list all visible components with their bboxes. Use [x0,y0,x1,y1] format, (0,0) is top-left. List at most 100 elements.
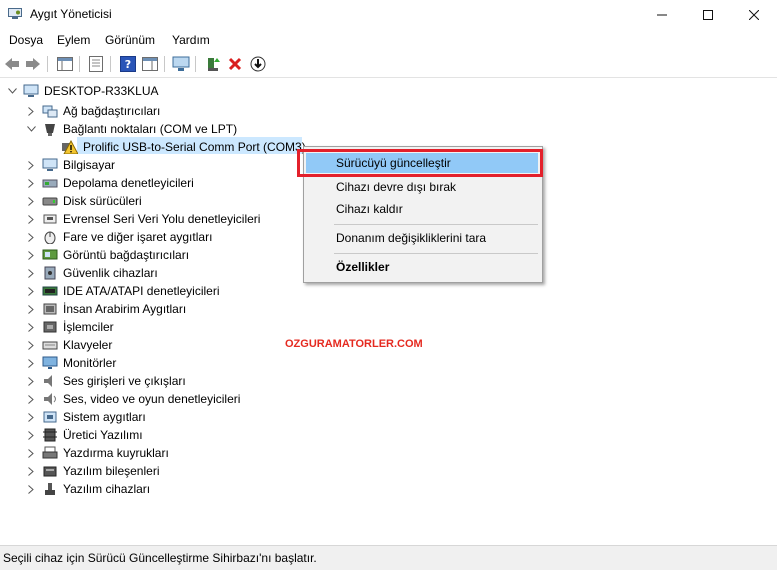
processor-icon [43,321,57,333]
forward-arrow-icon [26,58,40,70]
tree-expander[interactable] [26,394,36,404]
tree-expander[interactable] [26,304,36,314]
back-button[interactable] [3,55,21,73]
forward-button[interactable] [24,55,42,73]
chevron-right-icon [28,430,34,440]
chevron-right-icon [28,232,34,242]
tree-expander[interactable] [26,340,36,350]
back-arrow-icon [5,58,19,70]
menu-action[interactable]: Eylem [57,33,90,47]
tree-expander[interactable] [26,250,36,260]
tree-category-label[interactable]: Üretici Yazılımı [63,428,143,442]
tree-expander[interactable] [26,232,36,242]
computer-icon [42,158,58,171]
close-icon [749,9,759,20]
chevron-right-icon [28,466,34,476]
properties-button[interactable] [87,55,105,73]
window-title: Aygıt Yöneticisi [30,7,112,21]
device-manager-icon [8,8,22,19]
context-uninstall-device[interactable]: Cihazı kaldır [306,199,538,219]
chevron-right-icon [28,160,34,170]
help-button[interactable]: ? [119,55,137,73]
tree-category-label[interactable]: Ses girişleri ve çıkışları [63,374,186,388]
tree-category-label[interactable]: Yazılım bileşenleri [63,464,159,478]
tree-category-label[interactable]: Sistem aygıtları [63,410,146,424]
tree-category-label[interactable]: Görüntü bağdaştırıcıları [63,248,189,262]
tree-expander[interactable] [26,124,36,134]
tree-category-label[interactable]: Evrensel Seri Veri Yolu denetleyicileri [63,212,260,226]
minimize-icon [657,14,667,15]
tree-category-label[interactable]: Yazdırma kuyrukları [63,446,169,460]
update-driver-icon [208,58,220,71]
context-properties[interactable]: Özellikler [306,257,538,277]
tree-expander[interactable] [26,214,36,224]
root-expander[interactable] [7,86,17,96]
tree-category-label[interactable]: İşlemciler [63,320,114,334]
tree-expander[interactable] [26,376,36,386]
tree-category-label[interactable]: Bilgisayar [63,158,115,172]
tree-expander[interactable] [26,322,36,332]
menu-file[interactable]: Dosya [9,33,43,47]
firmware-icon [43,428,57,442]
toolbar-separator [195,56,196,72]
chevron-down-icon [7,88,17,94]
minimize-button[interactable] [639,0,685,29]
menu-view[interactable]: Görünüm [105,33,155,47]
tree-category-label[interactable]: Ses, video ve oyun denetleyicileri [63,392,240,406]
menu-help[interactable]: Yardım [172,33,210,47]
tree-category-label[interactable]: Disk sürücüleri [63,194,142,208]
chevron-right-icon [28,178,34,188]
tree-expander[interactable] [26,412,36,422]
toolbar-separator [110,56,111,72]
view-button[interactable] [56,55,74,73]
tree-expander[interactable] [26,268,36,278]
svg-text:?: ? [125,58,131,71]
tree-category-label[interactable]: Klavyeler [63,338,112,352]
context-scan-hardware[interactable]: Donanım değişikliklerini tara [306,228,538,248]
tree-expander[interactable] [26,484,36,494]
enable-device-button[interactable] [249,55,267,73]
update-driver-button[interactable] [204,55,222,73]
toolbar-separator [79,56,80,72]
help-icon: ? [120,56,136,72]
tree-root-label[interactable]: DESKTOP-R33KLUA [44,84,159,98]
tree-category-label[interactable]: IDE ATA/ATAPI denetleyicileri [63,284,220,298]
chevron-right-icon [28,106,34,116]
context-disable-device[interactable]: Cihazı devre dışı bırak [306,177,538,197]
uninstall-button[interactable] [226,55,244,73]
keyboard-icon [42,341,58,350]
security-icon [44,266,56,280]
warning-icon [62,140,78,154]
tree-expander[interactable] [26,106,36,116]
action-pane-button[interactable] [141,55,159,73]
tree-category-label[interactable]: Bağlantı noktaları (COM ve LPT) [63,122,237,136]
tree-expander[interactable] [26,430,36,440]
sound-video-icon [44,393,56,405]
tree-expander[interactable] [26,286,36,296]
tree-category-label[interactable]: İnsan Arabirim Aygıtları [63,302,186,316]
tree-expander[interactable] [26,358,36,368]
tree-category-label[interactable]: Ağ bağdaştırıcıları [63,104,160,118]
tree-expander[interactable] [26,466,36,476]
tree-category-label[interactable]: Yazılım cihazları [63,482,150,496]
action-pane-icon [142,57,158,71]
tree-category-label[interactable]: Güvenlik cihazları [63,266,158,280]
tree-category-label[interactable]: Fare ve diğer işaret aygıtları [63,230,212,244]
chevron-right-icon [28,340,34,350]
tree-category-label[interactable]: Monitörler [63,356,116,370]
display-adapter-icon [42,249,58,260]
mouse-icon [44,231,56,244]
properties-icon [89,56,103,72]
tree-expander[interactable] [26,160,36,170]
tree-expander[interactable] [26,178,36,188]
tree-category-label[interactable]: Depolama denetleyicileri [63,176,194,190]
tree-expander[interactable] [26,448,36,458]
scan-hardware-button[interactable] [172,55,190,73]
close-button[interactable] [731,0,777,29]
port-icon [45,124,55,136]
maximize-button[interactable] [685,0,731,29]
chevron-right-icon [28,448,34,458]
tree-expander[interactable] [26,196,36,206]
storage-icon [42,179,58,188]
tree-device-label[interactable]: Prolific USB-to-Serial Comm Port (COM3) [83,140,306,154]
